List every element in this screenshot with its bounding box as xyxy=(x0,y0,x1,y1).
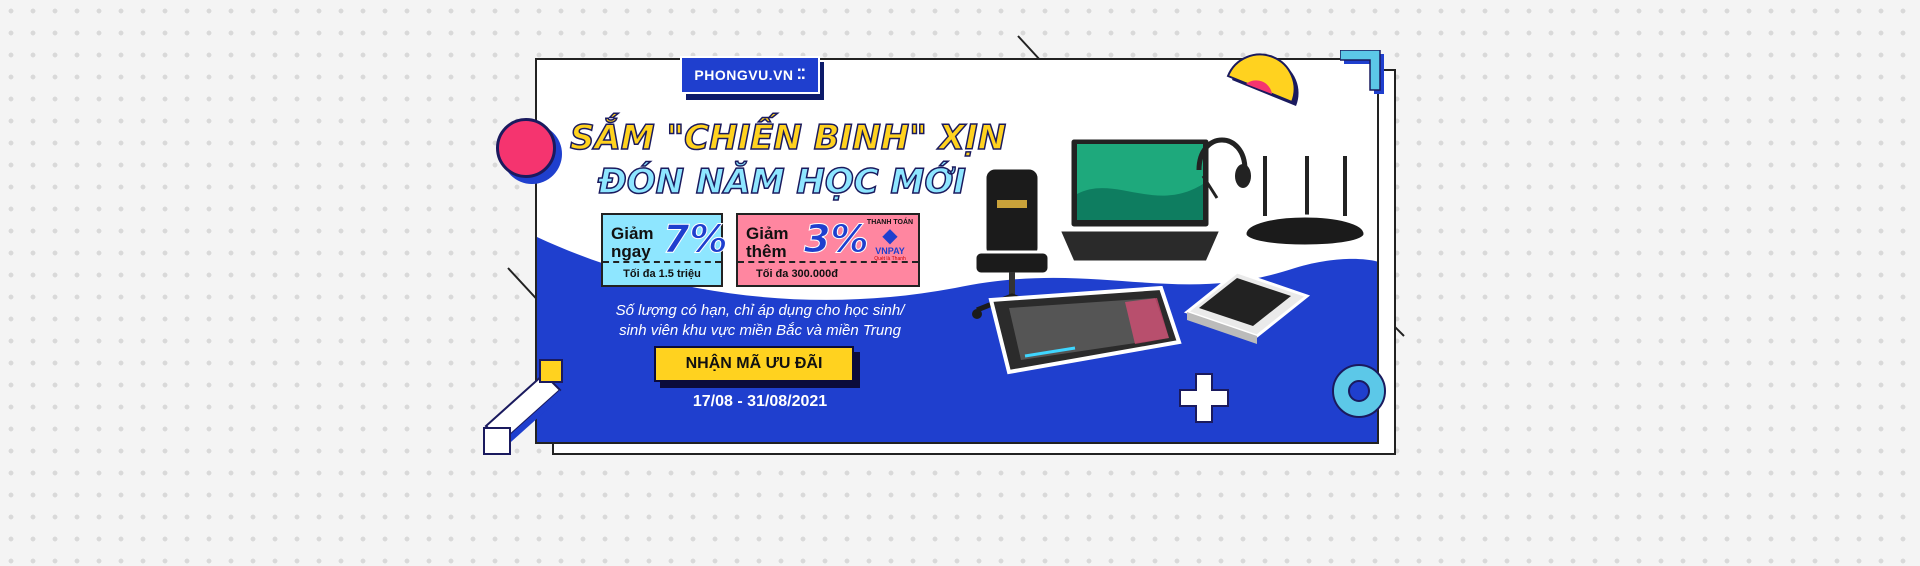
pink-circle-deco-front xyxy=(496,118,556,178)
coupon-1-label-line2: ngay xyxy=(611,242,651,261)
product-keyboard xyxy=(988,286,1182,375)
eligibility-note: Số lượng có hạn, chỉ áp dụng cho học sin… xyxy=(600,301,920,341)
coupon-2-footnote: Tối đa 300.000đ xyxy=(738,261,918,285)
get-offer-button[interactable]: NHẬN MÃ ƯU ĐÃI xyxy=(654,346,854,382)
vnpay-badge: THANH TOÁN ◆ VNPAY Quét là Thanh xyxy=(866,219,914,262)
white-cross-deco xyxy=(1179,373,1229,423)
coupon-2-label-line1: Giảm xyxy=(746,224,789,243)
vnpay-logo-icon: ◆ xyxy=(882,225,898,247)
coupon-1-value: 7% xyxy=(663,217,729,262)
headline-line-1: SẮM "CHIẾN BINH" XỊN xyxy=(569,117,1007,159)
coupon-3-percent-vnpay[interactable]: Giảm thêm 3% THANH TOÁN ◆ VNPAY Quét là … xyxy=(736,213,920,287)
coupon-1-label-line1: Giảm xyxy=(611,224,654,243)
vnpay-brand: VNPAY xyxy=(875,246,905,256)
teal-ring-deco xyxy=(1332,364,1386,418)
coupon-2-value: 3% xyxy=(804,217,870,262)
product-router xyxy=(1243,156,1367,248)
eligibility-line-2: sinh viên khu vực miền Bắc và miền Trung xyxy=(619,322,901,339)
brand-logo-text: PHONGVU.VN xyxy=(694,67,794,83)
teal-corner-deco xyxy=(1340,50,1384,94)
yellow-pillar-deco xyxy=(483,359,563,455)
brand-logo[interactable]: PHONGVU.VN ▪▪ ▪▪ xyxy=(680,56,820,94)
logo-grid-icon: ▪▪ ▪▪ xyxy=(797,65,806,84)
headline-line-2: ĐÓN NĂM HỌC MỚI xyxy=(597,161,966,203)
yellow-semicircle-deco xyxy=(1226,53,1299,106)
coupon-2-label-line2: thêm xyxy=(746,242,787,261)
product-laptop-stand xyxy=(1183,270,1311,344)
coupon-1-footnote: Tối đa 1.5 triệu xyxy=(603,261,721,285)
eligibility-line-1: Số lượng có hạn, chỉ áp dụng cho học sin… xyxy=(615,302,905,319)
promo-dates: 17/08 - 31/08/2021 xyxy=(692,393,828,410)
coupon-7-percent[interactable]: Giảm ngay 7% Tối đa 1.5 triệu xyxy=(601,213,728,287)
